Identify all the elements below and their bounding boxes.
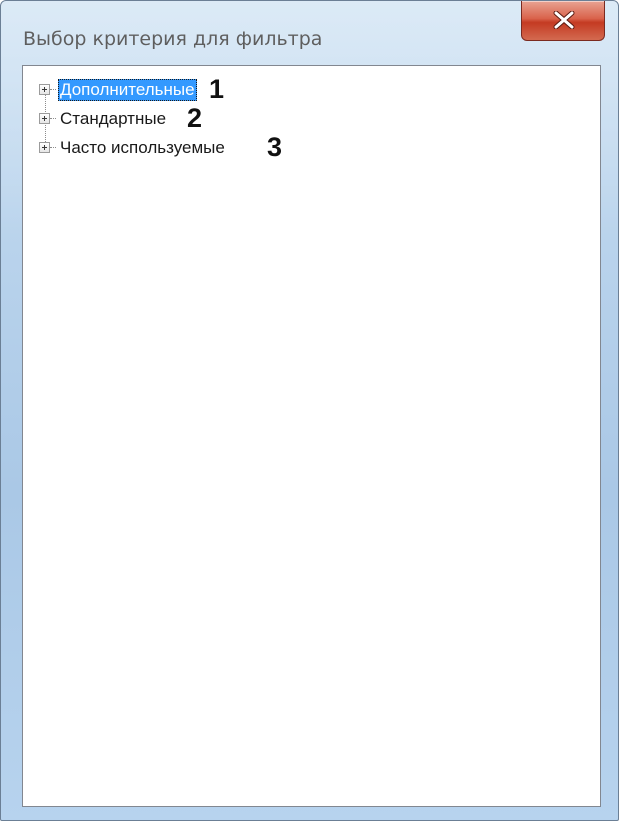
close-button[interactable] [521,1,605,41]
plus-expander-icon[interactable] [39,113,50,124]
tree-item-label[interactable]: Дополнительные [58,79,197,101]
tree-connector-dots [50,147,56,148]
plus-expander-icon[interactable] [39,84,50,95]
callout-number: 2 [187,103,203,133]
plus-expander-icon[interactable] [39,142,50,153]
dialog-window: Выбор критерия для фильтра Дополнительны… [0,0,619,821]
close-icon [553,11,575,29]
tree-item-label[interactable]: Стандартные [58,108,168,130]
tree-connector-dots [50,89,56,90]
criteria-tree-view[interactable]: Дополнительные 1 Стандартные 2 Часто исп… [22,65,601,807]
callout-number: 3 [267,132,283,162]
tree: Дополнительные 1 Стандартные 2 Часто исп… [23,66,600,806]
window-title: Выбор критерия для фильтра [23,28,323,50]
callout-number: 1 [209,74,225,104]
tree-connector-dots [50,118,56,119]
tree-item-label[interactable]: Часто используемые [58,137,227,159]
